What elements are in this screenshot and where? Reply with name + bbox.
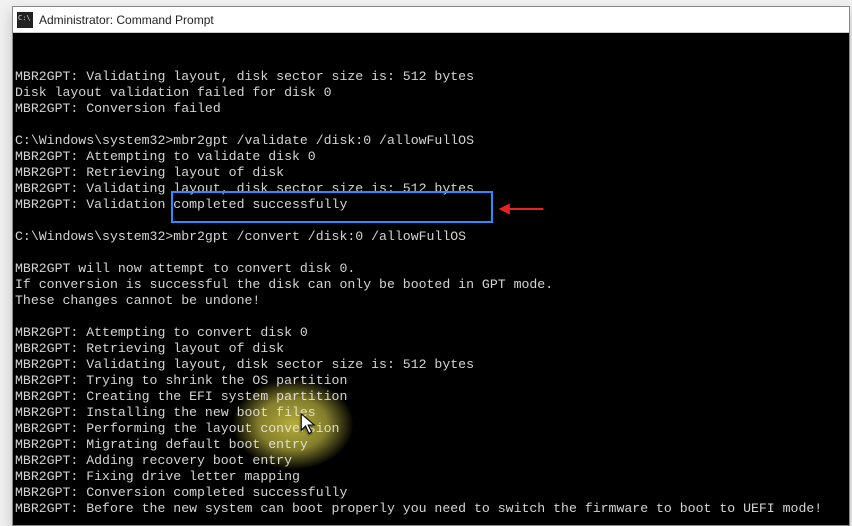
terminal-line <box>15 517 847 525</box>
terminal-line: MBR2GPT: Installing the new boot files <box>15 405 847 421</box>
terminal-line: MBR2GPT: Validating layout, disk sector … <box>15 69 847 85</box>
terminal-line: C:\Windows\system32>mbr2gpt /convert /di… <box>15 229 847 245</box>
terminal-line: MBR2GPT: Attempting to convert disk 0 <box>15 325 847 341</box>
terminal-line: MBR2GPT: Retrieving layout of disk <box>15 341 847 357</box>
terminal-line: MBR2GPT will now attempt to convert disk… <box>15 261 847 277</box>
terminal-line: MBR2GPT: Fixing drive letter mapping <box>15 469 847 485</box>
terminal-line: MBR2GPT: Validating layout, disk sector … <box>15 357 847 373</box>
terminal-line: MBR2GPT: Creating the EFI system partiti… <box>15 389 847 405</box>
terminal-line: MBR2GPT: Conversion failed <box>15 101 847 117</box>
command-prompt-window: Administrator: Command Prompt MBR2GPT: V… <box>12 6 850 526</box>
terminal-line <box>15 309 847 325</box>
titlebar[interactable]: Administrator: Command Prompt <box>13 7 849 33</box>
terminal-line: MBR2GPT: Trying to shrink the OS partiti… <box>15 373 847 389</box>
terminal-line: MBR2GPT: Migrating default boot entry <box>15 437 847 453</box>
terminal-line: MBR2GPT: Conversion completed successful… <box>15 485 847 501</box>
terminal-line: Disk layout validation failed for disk 0 <box>15 85 847 101</box>
terminal-line: MBR2GPT: Adding recovery boot entry <box>15 453 847 469</box>
terminal-line: C:\Windows\system32>mbr2gpt /validate /d… <box>15 133 847 149</box>
terminal-line: MBR2GPT: Before the new system can boot … <box>15 501 847 517</box>
terminal-output[interactable]: MBR2GPT: Validating layout, disk sector … <box>13 33 849 525</box>
terminal-line: MBR2GPT: Validation completed successful… <box>15 197 847 213</box>
terminal-line <box>15 245 847 261</box>
terminal-line: These changes cannot be undone! <box>15 293 847 309</box>
terminal-line: MBR2GPT: Validating layout, disk sector … <box>15 181 847 197</box>
cmd-icon <box>17 12 33 28</box>
window-title: Administrator: Command Prompt <box>39 13 214 27</box>
terminal-line: MBR2GPT: Attempting to validate disk 0 <box>15 149 847 165</box>
terminal-line <box>15 213 847 229</box>
terminal-line <box>15 117 847 133</box>
terminal-line: If conversion is successful the disk can… <box>15 277 847 293</box>
terminal-line: MBR2GPT: Retrieving layout of disk <box>15 165 847 181</box>
terminal-line: MBR2GPT: Performing the layout conversio… <box>15 421 847 437</box>
